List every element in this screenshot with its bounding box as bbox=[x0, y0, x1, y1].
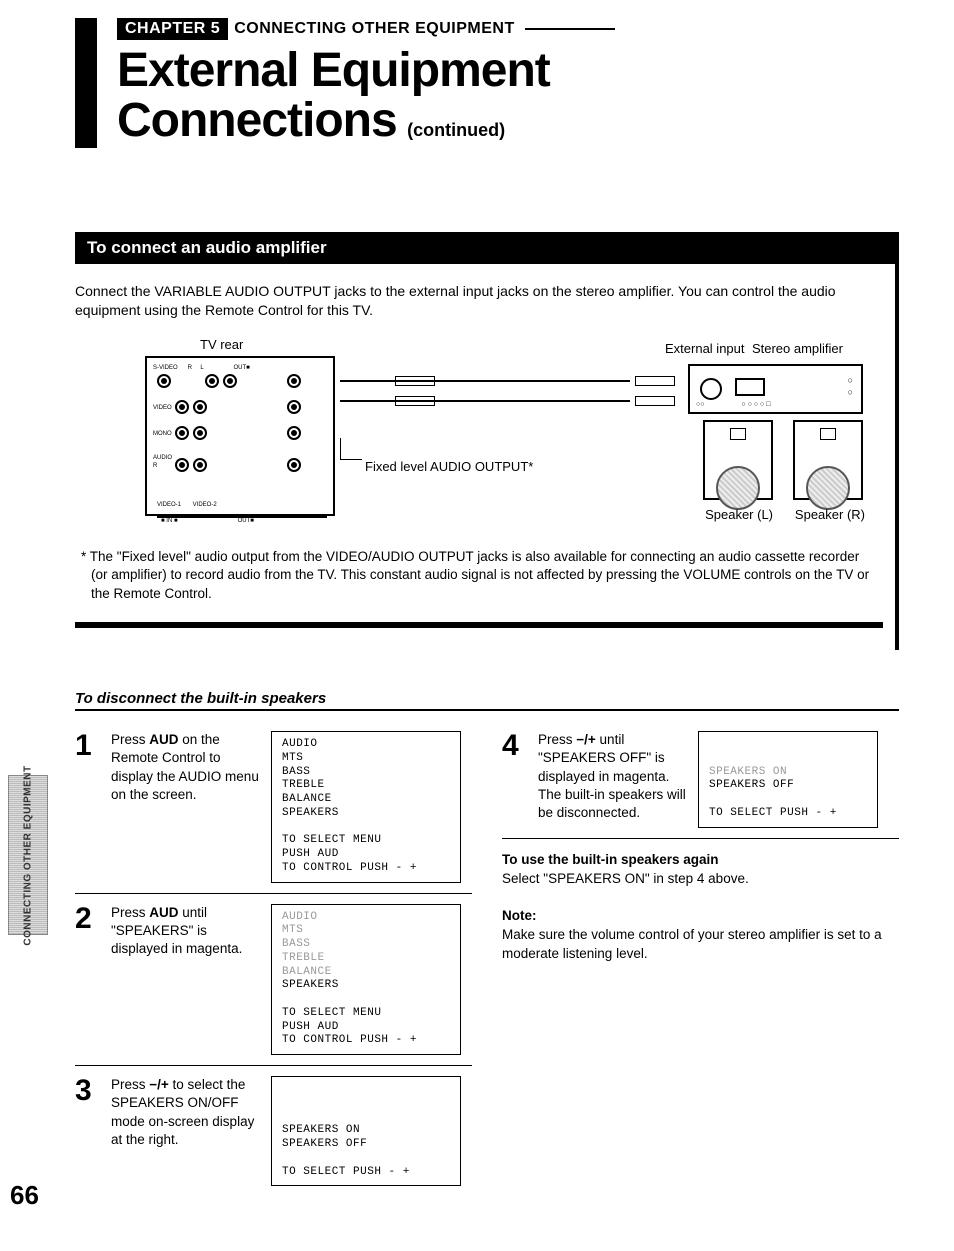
speaker-r-label: Speaker (R) bbox=[795, 506, 865, 524]
cable bbox=[340, 380, 630, 382]
title-line-1: External Equipment bbox=[117, 46, 899, 96]
step-number: 3 bbox=[75, 1076, 101, 1186]
speaker-right bbox=[793, 420, 863, 500]
step-text: Press AUD until "SPEAKERS" is displayed … bbox=[111, 904, 261, 1056]
steps-right-column: 4 Press −/+ until "SPEAKERS OFF" is disp… bbox=[502, 721, 899, 1196]
cable-plug bbox=[635, 376, 675, 386]
extra-instructions: To use the built-in speakers again Selec… bbox=[502, 839, 899, 976]
again-text: Select "SPEAKERS ON" in step 4 above. bbox=[502, 870, 899, 889]
stereo-amplifier: ○○ ○○ ○ ○ ○ ○ □ bbox=[688, 364, 863, 414]
chapter-rule bbox=[525, 28, 615, 30]
subheading: To disconnect the built-in speakers bbox=[75, 690, 899, 711]
step-text: Press AUD on the Remote Control to displ… bbox=[111, 731, 261, 883]
step-2: 2 Press AUD until "SPEAKERS" is displaye… bbox=[75, 894, 472, 1067]
continued: (continued) bbox=[407, 120, 505, 140]
again-heading: To use the built-in speakers again bbox=[502, 851, 899, 870]
title-bar bbox=[75, 18, 97, 148]
page-number: 66 bbox=[10, 1180, 39, 1211]
osd-display: AUDIO MTS BASS TREBLE BALANCE SPEAKERS T… bbox=[271, 731, 461, 883]
speaker-l-label: Speaker (L) bbox=[705, 506, 773, 524]
speaker-left bbox=[703, 420, 773, 500]
fixed-output-label: Fixed level AUDIO OUTPUT* bbox=[365, 458, 533, 476]
chapter-tag: CHAPTER 5 bbox=[117, 18, 228, 40]
section-body: Connect the VARIABLE AUDIO OUTPUT jacks … bbox=[75, 264, 899, 650]
step-number: 4 bbox=[502, 731, 528, 828]
title-block: CHAPTER 5 CONNECTING OTHER EQUIPMENT Ext… bbox=[75, 18, 899, 147]
chapter-label: CONNECTING OTHER EQUIPMENT bbox=[234, 20, 515, 38]
note-heading: Note: bbox=[502, 907, 899, 926]
step-text: Press −/+ until "SPEAKERS OFF" is displa… bbox=[538, 731, 688, 828]
leader-line bbox=[340, 438, 362, 460]
cable bbox=[340, 400, 630, 402]
cable-plug bbox=[635, 396, 675, 406]
step-number: 2 bbox=[75, 904, 101, 1056]
step-text: Press −/+ to select the SPEAKERS ON/OFF … bbox=[111, 1076, 261, 1186]
steps-left-column: 1 Press AUD on the Remote Control to dis… bbox=[75, 721, 472, 1196]
tv-rear-panel: S-VIDEO R L OUT■ VIDEO MONO AUDIOR VIDEO… bbox=[145, 356, 335, 516]
title-line-2: Connections bbox=[117, 94, 397, 147]
footnote: * The "Fixed level" audio output from th… bbox=[75, 548, 883, 605]
step-number: 1 bbox=[75, 731, 101, 883]
step-4: 4 Press −/+ until "SPEAKERS OFF" is disp… bbox=[502, 721, 899, 839]
amp-label: Stereo amplifier bbox=[752, 340, 843, 358]
osd-display: SPEAKERS ON SPEAKERS OFF TO SELECT PUSH … bbox=[271, 1076, 461, 1186]
osd-display: SPEAKERS ON SPEAKERS OFF TO SELECT PUSH … bbox=[698, 731, 878, 828]
step-1: 1 Press AUD on the Remote Control to dis… bbox=[75, 721, 472, 894]
step-3: 3 Press −/+ to select the SPEAKERS ON/OF… bbox=[75, 1066, 472, 1196]
external-input-label: External input bbox=[665, 342, 745, 356]
tv-rear-label: TV rear bbox=[200, 336, 243, 354]
connection-diagram: TV rear S-VIDEO R L OUT■ VIDEO MONO AUDI… bbox=[145, 338, 883, 538]
intro-text: Connect the VARIABLE AUDIO OUTPUT jacks … bbox=[75, 282, 883, 320]
divider bbox=[75, 622, 883, 628]
note-text: Make sure the volume control of your ste… bbox=[502, 926, 899, 964]
osd-display: AUDIO MTS BASS TREBLE BALANCE SPEAKERS T… bbox=[271, 904, 461, 1056]
section-heading: To connect an audio amplifier bbox=[75, 232, 899, 264]
